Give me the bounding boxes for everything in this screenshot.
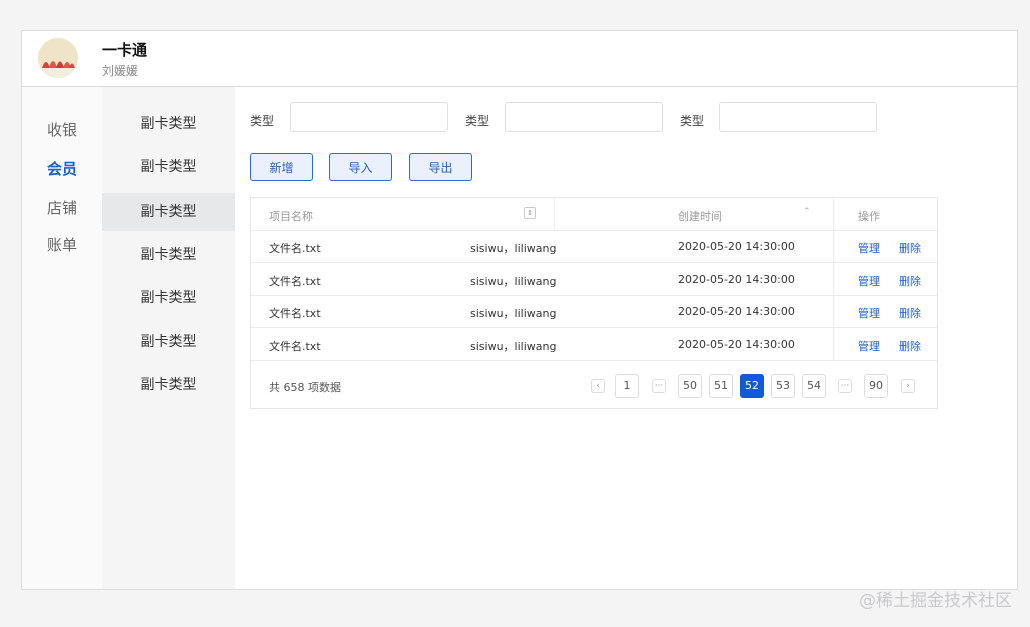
cell-created: 2020-05-20 14:30:00	[678, 305, 795, 318]
nav-item-billing[interactable]: 账单	[22, 234, 102, 255]
filter-label: 类型	[250, 114, 275, 128]
page-button[interactable]: 54	[802, 374, 826, 398]
cell-created: 2020-05-20 14:30:00	[678, 338, 795, 351]
current-page-button[interactable]: 52	[740, 374, 764, 398]
cell-name: 文件名.txt	[269, 275, 321, 288]
filter-input-1[interactable]	[290, 102, 448, 132]
sort-chevron-icon[interactable]: ⌃	[803, 207, 811, 217]
nav-item-member[interactable]: 会员	[22, 158, 102, 179]
cell-name: 文件名.txt	[269, 307, 321, 320]
filter-label: 类型	[680, 114, 705, 128]
table-row: 文件名.txt sisiwu，liliwang 2020-05-20 14:30…	[251, 263, 937, 296]
avatar-image	[38, 38, 78, 78]
cell-people: sisiwu，liliwang	[470, 307, 557, 320]
nav-item-cashier[interactable]: 收银	[22, 119, 102, 140]
cell-people: sisiwu，liliwang	[470, 242, 557, 255]
cell-created: 2020-05-20 14:30:00	[678, 240, 795, 253]
app-window: 一卡通 刘媛媛 收银 会员 店铺 账单 副卡类型 副卡类型 副卡类型 副卡类型 …	[21, 30, 1018, 590]
manage-link[interactable]: 管理	[858, 338, 880, 354]
next-page-button[interactable]: ›	[901, 379, 915, 393]
header: 一卡通 刘媛媛	[22, 31, 1017, 87]
subnav-item-active[interactable]: 副卡类型	[102, 193, 235, 231]
username: 刘媛媛	[102, 64, 139, 78]
sub-nav: 副卡类型 副卡类型 副卡类型 副卡类型 副卡类型 副卡类型 副卡类型	[102, 87, 235, 589]
filter-label: 类型	[465, 114, 490, 128]
delete-link[interactable]: 删除	[899, 305, 921, 321]
cell-people: sisiwu，liliwang	[470, 275, 557, 288]
nav-item-store[interactable]: 店铺	[22, 197, 102, 218]
subnav-item[interactable]: 副卡类型	[102, 236, 235, 274]
ellipsis-icon[interactable]: ···	[838, 379, 852, 393]
sort-icon[interactable]: ⇕	[524, 207, 536, 219]
cell-name: 文件名.txt	[269, 340, 321, 353]
column-divider	[554, 198, 555, 230]
table-header: 项目名称 ⇕ 创建时间 ⌃ 操作	[251, 198, 937, 360]
ellipsis-icon[interactable]: ···	[652, 379, 666, 393]
subnav-item[interactable]: 副卡类型	[102, 366, 235, 404]
delete-link[interactable]: 删除	[899, 273, 921, 289]
add-button[interactable]: 新增	[250, 153, 313, 181]
cell-name: 文件名.txt	[269, 242, 321, 255]
manage-link[interactable]: 管理	[858, 273, 880, 289]
import-button[interactable]: 导入	[329, 153, 392, 181]
column-header-created: 创建时间	[678, 210, 722, 223]
export-button[interactable]: 导出	[409, 153, 472, 181]
watermark: @稀土掘金技术社区	[859, 591, 1012, 611]
table-row: 文件名.txt sisiwu，liliwang 2020-05-20 14:30…	[251, 230, 937, 263]
total-count: 共 658 项数据	[269, 381, 341, 394]
delete-link[interactable]: 删除	[899, 338, 921, 354]
page-button[interactable]: 53	[771, 374, 795, 398]
avatar[interactable]	[38, 38, 78, 78]
column-header-name: 项目名称	[269, 210, 313, 223]
cell-people: sisiwu，liliwang	[470, 340, 557, 353]
page-button[interactable]: 51	[709, 374, 733, 398]
column-header-actions: 操作	[858, 210, 880, 223]
subnav-item[interactable]: 副卡类型	[102, 105, 235, 143]
table-row: 文件名.txt sisiwu，liliwang 2020-05-20 14:30…	[251, 295, 937, 328]
manage-link[interactable]: 管理	[858, 305, 880, 321]
manage-link[interactable]: 管理	[858, 240, 880, 256]
prev-page-button[interactable]: ‹	[591, 379, 605, 393]
table-row: 文件名.txt sisiwu，liliwang 2020-05-20 14:30…	[251, 328, 937, 361]
data-table: 项目名称 ⇕ 创建时间 ⌃ 操作 文件名.txt sisiwu，liliwang…	[250, 197, 938, 409]
filter-input-2[interactable]	[505, 102, 663, 132]
subnav-item[interactable]: 副卡类型	[102, 323, 235, 361]
delete-link[interactable]: 删除	[899, 240, 921, 256]
main-nav: 收银 会员 店铺 账单	[22, 87, 102, 589]
cell-created: 2020-05-20 14:30:00	[678, 273, 795, 286]
page-button[interactable]: 1	[615, 374, 639, 398]
page-button[interactable]: 50	[678, 374, 702, 398]
subnav-item[interactable]: 副卡类型	[102, 148, 235, 186]
app-title: 一卡通	[102, 41, 148, 59]
subnav-item[interactable]: 副卡类型	[102, 279, 235, 317]
filter-input-3[interactable]	[719, 102, 877, 132]
page-button[interactable]: 90	[864, 374, 888, 398]
